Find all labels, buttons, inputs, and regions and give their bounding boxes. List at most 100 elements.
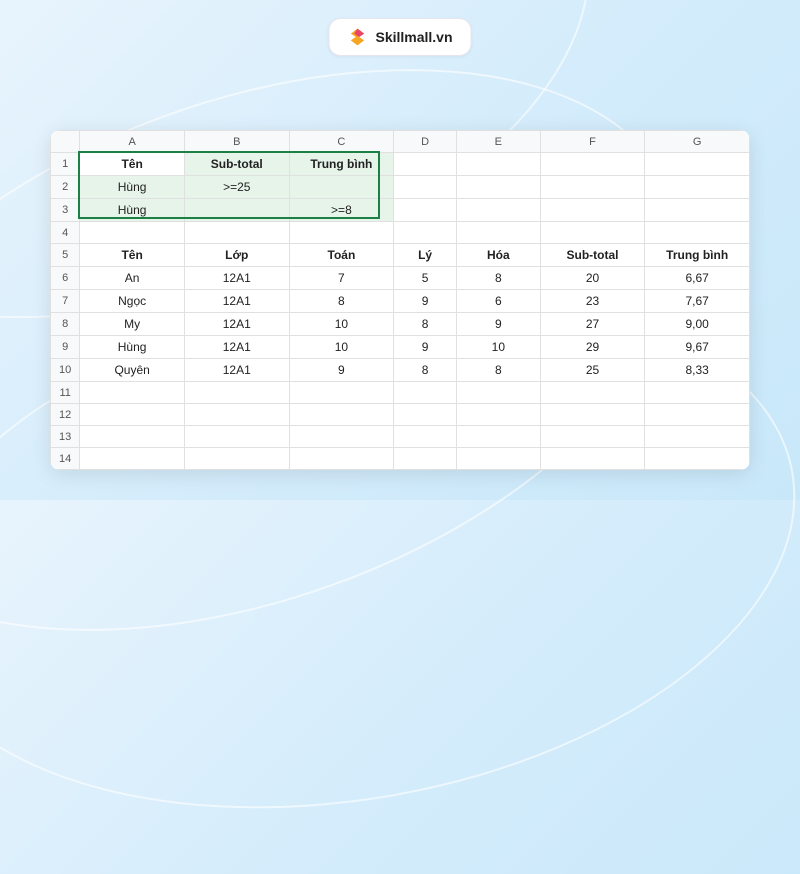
cell[interactable] [540,222,645,244]
cell[interactable]: 25 [540,359,645,382]
cell[interactable]: 12A1 [184,290,289,313]
cell[interactable]: 23 [540,290,645,313]
cell[interactable]: An [80,267,185,290]
cell[interactable]: 9 [457,313,541,336]
cell[interactable]: Hùng [80,336,185,359]
row-header[interactable]: 8 [51,313,80,336]
cell[interactable] [80,426,185,448]
cell[interactable]: 6,67 [645,267,750,290]
col-header-C[interactable]: C [289,131,394,153]
cell-F5[interactable]: Sub-total [540,244,645,267]
cell[interactable]: 9 [394,336,457,359]
cell[interactable]: 12A1 [184,359,289,382]
cell-C3[interactable]: >=8 [289,199,394,222]
cell[interactable]: 8 [457,267,541,290]
row-header[interactable]: 1 [51,153,80,176]
cell-B5[interactable]: Lớp [184,244,289,267]
row-header[interactable]: 4 [51,222,80,244]
row-header[interactable]: 7 [51,290,80,313]
cell[interactable] [394,222,457,244]
cell[interactable] [645,404,750,426]
cell-C2[interactable] [289,176,394,199]
cell-F2[interactable] [540,176,645,199]
cell[interactable]: 8 [289,290,394,313]
cell[interactable] [394,382,457,404]
cell[interactable]: My [80,313,185,336]
cell[interactable]: 9,67 [645,336,750,359]
cell[interactable]: 5 [394,267,457,290]
row-header[interactable]: 14 [51,448,80,470]
col-header-A[interactable]: A [80,131,185,153]
cell-E3[interactable] [457,199,541,222]
cell[interactable]: 9,00 [645,313,750,336]
cell[interactable]: 10 [289,313,394,336]
cell[interactable]: 7,67 [645,290,750,313]
cell-D3[interactable] [394,199,457,222]
cell[interactable] [289,222,394,244]
cell[interactable] [394,426,457,448]
col-header-E[interactable]: E [457,131,541,153]
row-header[interactable]: 11 [51,382,80,404]
row-header[interactable]: 3 [51,199,80,222]
cell-D1[interactable] [394,153,457,176]
cell[interactable]: Ngọc [80,290,185,313]
cell-B1[interactable]: Sub-total [184,153,289,176]
cell[interactable] [540,404,645,426]
cell-C1[interactable]: Trung bình [289,153,394,176]
cell[interactable] [184,222,289,244]
cell[interactable] [457,222,541,244]
col-header-D[interactable]: D [394,131,457,153]
cell-A3[interactable]: Hùng [80,199,185,222]
cell[interactable] [540,426,645,448]
cell-E5[interactable]: Hóa [457,244,541,267]
cell[interactable] [457,382,541,404]
cell-E1[interactable] [457,153,541,176]
corner-cell[interactable] [51,131,80,153]
col-header-F[interactable]: F [540,131,645,153]
cell[interactable]: 12A1 [184,313,289,336]
cell-C5[interactable]: Toán [289,244,394,267]
cell[interactable]: 20 [540,267,645,290]
cell-G5[interactable]: Trung bình [645,244,750,267]
cell[interactable]: Quyên [80,359,185,382]
cell[interactable]: 10 [289,336,394,359]
cell[interactable] [80,222,185,244]
cell[interactable] [540,448,645,470]
cell[interactable] [289,382,394,404]
spreadsheet[interactable]: A B C D E F G 1 Tên Sub-total Trung bình… [50,130,750,470]
row-header[interactable]: 13 [51,426,80,448]
cell-B2[interactable]: >=25 [184,176,289,199]
cell[interactable] [394,404,457,426]
cell[interactable] [394,448,457,470]
cell[interactable] [289,448,394,470]
cell[interactable] [457,404,541,426]
cell-G1[interactable] [645,153,750,176]
cell[interactable] [645,382,750,404]
cell[interactable] [80,448,185,470]
cell[interactable] [540,382,645,404]
cell[interactable] [289,426,394,448]
cell[interactable] [184,448,289,470]
cell-D5[interactable]: Lý [394,244,457,267]
row-header[interactable]: 5 [51,244,80,267]
cell[interactable]: 8 [394,313,457,336]
cell[interactable] [80,382,185,404]
col-header-G[interactable]: G [645,131,750,153]
row-header[interactable]: 6 [51,267,80,290]
cell[interactable] [645,222,750,244]
row-header[interactable]: 9 [51,336,80,359]
cell[interactable] [645,426,750,448]
cell[interactable] [645,448,750,470]
cell-G2[interactable] [645,176,750,199]
cell-B3[interactable] [184,199,289,222]
cell[interactable]: 10 [457,336,541,359]
cell[interactable]: 27 [540,313,645,336]
cell-G3[interactable] [645,199,750,222]
cell[interactable]: 8 [457,359,541,382]
cell-A5[interactable]: Tên [80,244,185,267]
cell[interactable] [457,426,541,448]
cell[interactable]: 7 [289,267,394,290]
cell-A2[interactable]: Hùng [80,176,185,199]
cell-F3[interactable] [540,199,645,222]
cell[interactable] [184,382,289,404]
